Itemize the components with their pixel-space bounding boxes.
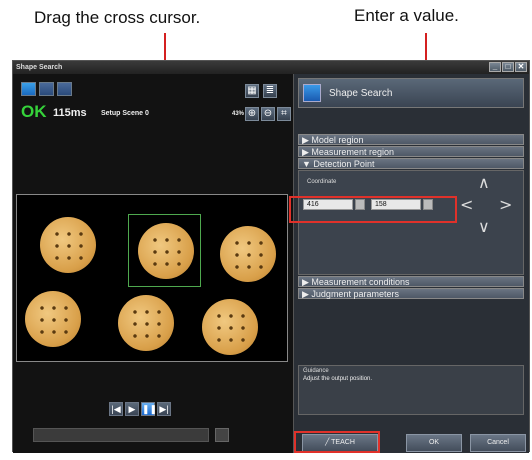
folder-icon[interactable]	[57, 82, 72, 96]
arrow-up-icon[interactable]: ∧	[478, 175, 490, 191]
list-icon[interactable]: ≣	[263, 84, 277, 98]
play-icon[interactable]: ▶	[125, 402, 139, 416]
monitor-icon[interactable]	[21, 82, 36, 96]
cracker-image	[118, 295, 174, 351]
teach-highlight	[294, 431, 380, 453]
close-icon[interactable]: ✕	[515, 62, 527, 72]
step-back-icon[interactable]: |◀	[109, 402, 123, 416]
cracker-image	[220, 226, 276, 282]
cracker-image	[25, 291, 81, 347]
arrow-left-icon[interactable]: <	[460, 197, 473, 213]
callout-drag-cursor: Drag the cross cursor.	[34, 8, 201, 27]
maximize-icon[interactable]: □	[502, 62, 514, 72]
coordinate-highlight	[289, 196, 457, 223]
section-judgment-parameters[interactable]: ▶ Judgment parameters	[298, 288, 524, 299]
zoom-in-icon[interactable]: ⊕	[245, 107, 259, 121]
processing-time: 115ms	[53, 107, 87, 119]
settings-panel: Shape Search ▶ Model region ▶ Measuremen…	[293, 74, 529, 453]
pause-icon[interactable]: ❚❚	[141, 402, 157, 416]
guidance-box: Guidance Adjust the output position.	[298, 365, 524, 415]
cracker-image	[202, 299, 258, 355]
image-panel: ▦ ≣ OK 115ms Setup Scene 0 43% ⊕ ⊖ ⌗ |◀ …	[13, 74, 293, 453]
progress-button[interactable]	[215, 428, 229, 442]
ok-button[interactable]: OK	[406, 434, 462, 452]
window-title: Shape Search	[16, 64, 63, 71]
arrow-right-icon[interactable]: >	[499, 197, 512, 213]
cracker-image	[40, 217, 96, 273]
panel-header: Shape Search	[298, 78, 524, 108]
arrow-down-icon[interactable]: ∨	[478, 219, 490, 235]
judgement-status: OK	[21, 102, 47, 121]
panel-title: Shape Search	[329, 88, 393, 99]
minimize-icon[interactable]: _	[489, 62, 501, 72]
zoom-out-icon[interactable]: ⊖	[261, 107, 275, 121]
shape-search-window: Shape Search _ □ ✕ ▦ ≣ OK 115ms Setup Sc…	[12, 60, 530, 453]
callout-enter-value: Enter a value.	[354, 6, 459, 25]
guidance-label: Guidance	[303, 368, 329, 374]
shape-search-icon	[303, 84, 321, 102]
camera-icon[interactable]	[39, 82, 54, 96]
coordinate-label: Coordinate	[307, 179, 337, 185]
cancel-button[interactable]: Cancel	[470, 434, 526, 452]
scene-label: Setup Scene 0	[101, 110, 149, 117]
progress-bar	[33, 428, 209, 442]
section-measurement-region[interactable]: ▶ Measurement region	[298, 146, 524, 157]
page: Drag the cross cursor. Enter a value. Sh…	[0, 0, 532, 460]
model-region-frame[interactable]	[128, 214, 201, 287]
guidance-text: Adjust the output position.	[303, 376, 373, 382]
section-measurement-conditions[interactable]: ▶ Measurement conditions	[298, 276, 524, 287]
section-model-region[interactable]: ▶ Model region	[298, 134, 524, 145]
fit-window-icon[interactable]: ⌗	[277, 107, 291, 121]
zoom-level: 43%	[232, 111, 245, 117]
grid-icon[interactable]: ▦	[245, 84, 259, 98]
step-forward-icon[interactable]: ▶|	[157, 402, 171, 416]
title-bar: Shape Search _ □ ✕	[13, 61, 529, 74]
section-detection-point[interactable]: ▼ Detection Point	[298, 158, 524, 169]
